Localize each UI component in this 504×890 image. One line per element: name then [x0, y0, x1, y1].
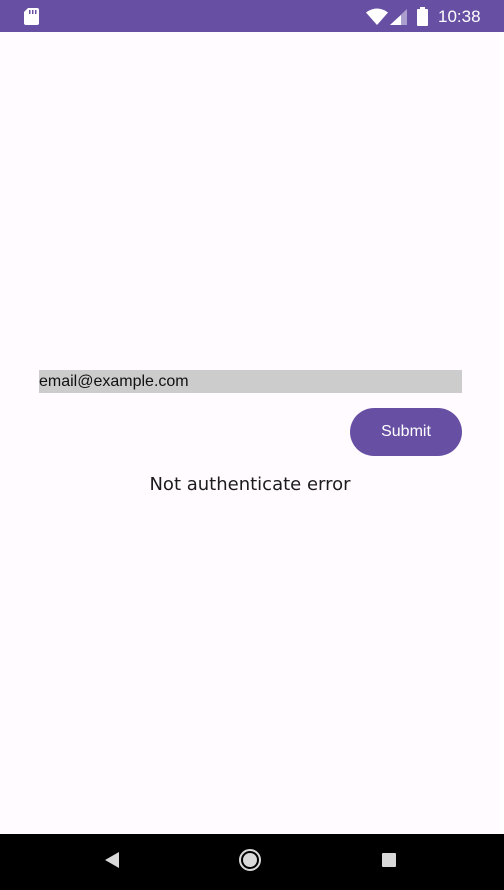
battery-icon: [417, 7, 428, 31]
main-content: Submit Not authenticate error: [0, 32, 504, 834]
email-field[interactable]: [39, 370, 462, 393]
cell-signal-icon: [390, 9, 407, 30]
submit-button[interactable]: Submit: [350, 408, 462, 456]
home-icon: [238, 848, 262, 877]
recents-icon: [381, 852, 397, 873]
screen-edge: [500, 32, 504, 834]
back-button[interactable]: [82, 834, 142, 890]
status-bar: 10:38: [0, 0, 504, 32]
error-message: Not authenticate error: [149, 474, 351, 495]
status-time: 10:38: [438, 7, 481, 26]
back-icon: [104, 851, 120, 874]
wifi-icon: [366, 8, 388, 30]
recents-button[interactable]: [359, 834, 419, 890]
home-button[interactable]: [220, 834, 280, 890]
navigation-bar: [0, 834, 504, 890]
sd-card-icon: [24, 8, 39, 30]
